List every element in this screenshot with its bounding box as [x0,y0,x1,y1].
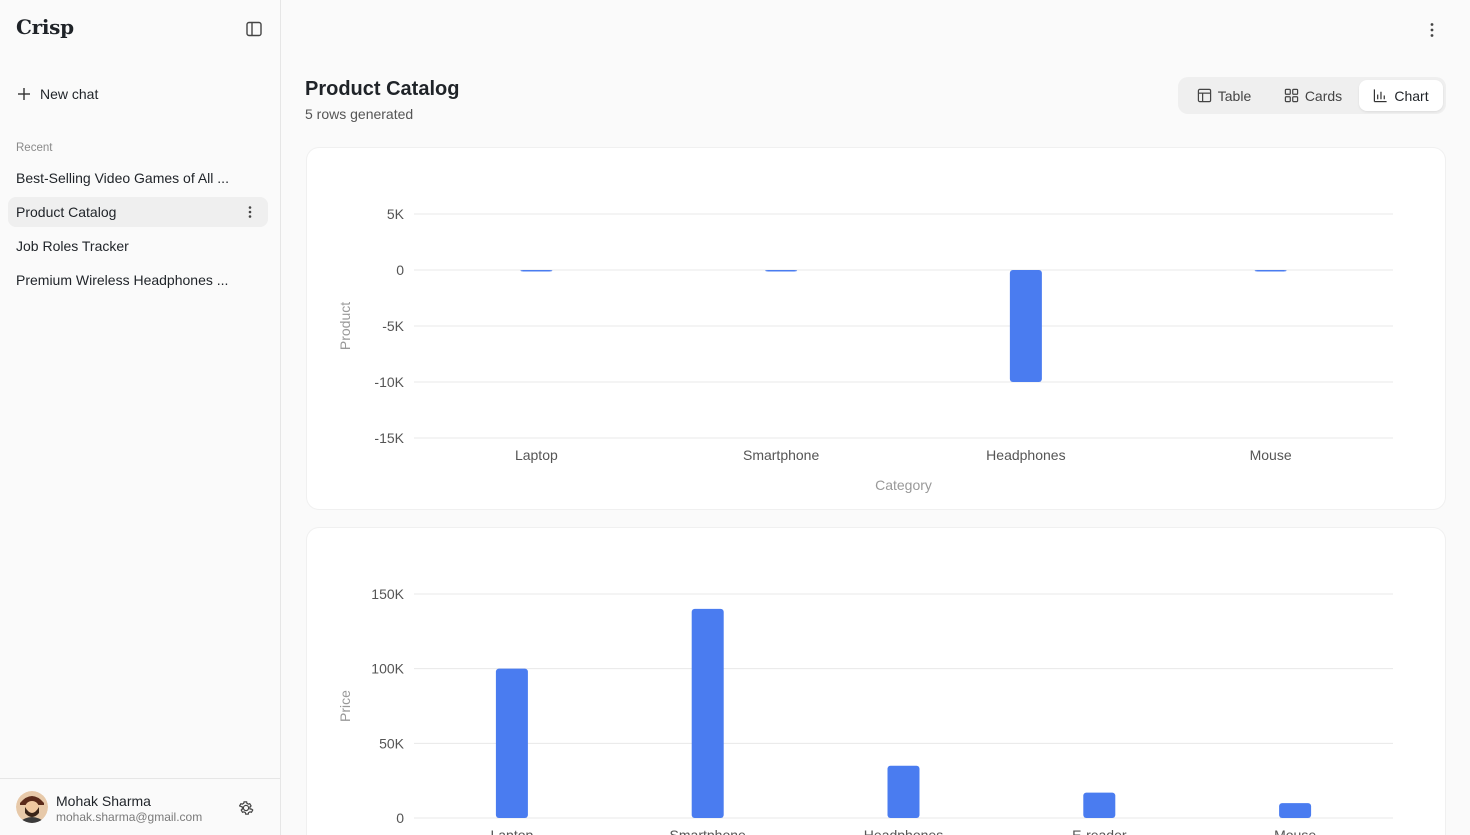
more-vertical-icon[interactable] [1422,20,1442,40]
y-tick-label: -5K [382,318,404,334]
recent-item-job-roles[interactable]: Job Roles Tracker [8,231,268,261]
recent-item-video-games[interactable]: Best-Selling Video Games of All ... [8,163,268,193]
recent-item-label: Best-Selling Video Games of All ... [16,170,229,186]
sidebar: Crisp New chat Recent Best-Selling Video… [0,0,281,835]
chart-card-price: 150K 100K 50K 0 Laptop Smartphone Headphones E-… [307,528,1445,835]
y-tick-label: 0 [396,810,404,826]
new-chat-button[interactable]: New chat [8,80,268,108]
tab-table-label: Table [1217,87,1252,104]
bar-mouse[interactable] [1254,270,1287,272]
bar-headphones[interactable] [887,765,920,818]
more-options-icon[interactable] [242,204,258,220]
y-tick-label: 50K [379,735,405,751]
view-switcher: Table Cards Chart [1178,77,1446,114]
x-tick-label: Laptop [490,827,533,835]
recent-item-label: Premium Wireless Headphones ... [16,272,229,288]
bar-mouse[interactable] [1279,803,1312,818]
bar-laptop[interactable] [520,270,553,272]
plus-icon [16,86,32,102]
recent-heading: Recent [16,142,53,154]
bar-chart-icon [1374,89,1387,103]
chart-card-product: 5K 0 -5K -10K -15K Laptop Smartphone Headphones… [307,148,1445,509]
tab-chart[interactable]: Chart [1359,80,1443,111]
y-axis-title: Product [337,302,353,350]
main-content: Product Catalog 5 rows generated Table C… [281,0,1470,835]
user-profile[interactable]: Mohak Sharma mohak.sharma@gmail.com [0,778,280,835]
tab-cards[interactable]: Cards [1267,80,1359,111]
recent-item-headphones[interactable]: Premium Wireless Headphones ... [8,265,268,295]
avatar [16,791,48,823]
bar-laptop[interactable] [495,668,528,818]
y-tick-label: 5K [387,206,405,222]
x-tick-label: Mouse [1274,827,1316,835]
y-tick-label: -10K [374,374,404,390]
user-email: mohak.sharma@gmail.com [56,810,203,824]
y-tick-label: 0 [396,262,404,278]
grid-icon [1284,88,1299,103]
page-title: Product Catalog [305,78,460,100]
y-tick-label: 100K [371,661,404,677]
x-tick-label: Mouse [1250,447,1292,463]
y-tick-label: -15K [374,430,404,446]
price-bar-chart: 150K 100K 50K 0 Laptop Smartphone Headphones E-… [337,586,1393,835]
y-tick-label: 150K [371,586,404,602]
x-tick-label: Laptop [515,447,558,463]
recent-item-label: Product Catalog [16,204,117,220]
tab-cards-label: Cards [1304,87,1343,104]
app-logo: Crisp [16,15,74,39]
bar-smartphone[interactable] [765,270,798,272]
tab-chart-label: Chart [1394,87,1429,104]
recent-item-product-catalog[interactable]: Product Catalog [8,197,268,227]
x-tick-label: Headphones [986,447,1065,463]
tab-table[interactable]: Table [1181,80,1267,111]
row-count: 5 rows generated [305,106,414,122]
recent-item-label: Job Roles Tracker [16,238,129,254]
x-tick-label: Smartphone [743,447,819,463]
x-axis-title: Category [875,477,932,493]
x-tick-label: E-reader [1072,827,1127,835]
new-chat-label: New chat [40,86,99,102]
x-tick-label: Smartphone [670,827,746,835]
table-icon [1197,88,1211,103]
x-tick-label: Headphones [864,827,943,835]
sidebar-toggle-icon[interactable] [244,19,264,39]
bar-e-reader[interactable] [1083,792,1116,818]
gear-icon[interactable] [237,799,255,817]
recent-list: Best-Selling Video Games of All ... Prod… [8,163,268,299]
bar-smartphone[interactable] [691,608,724,818]
y-axis-title: Price [337,690,353,722]
bar-headphones[interactable] [1009,270,1042,382]
product-bar-chart: 5K 0 -5K -10K -15K Laptop Smartphone Headphones… [337,206,1393,493]
user-name: Mohak Sharma [56,793,151,809]
